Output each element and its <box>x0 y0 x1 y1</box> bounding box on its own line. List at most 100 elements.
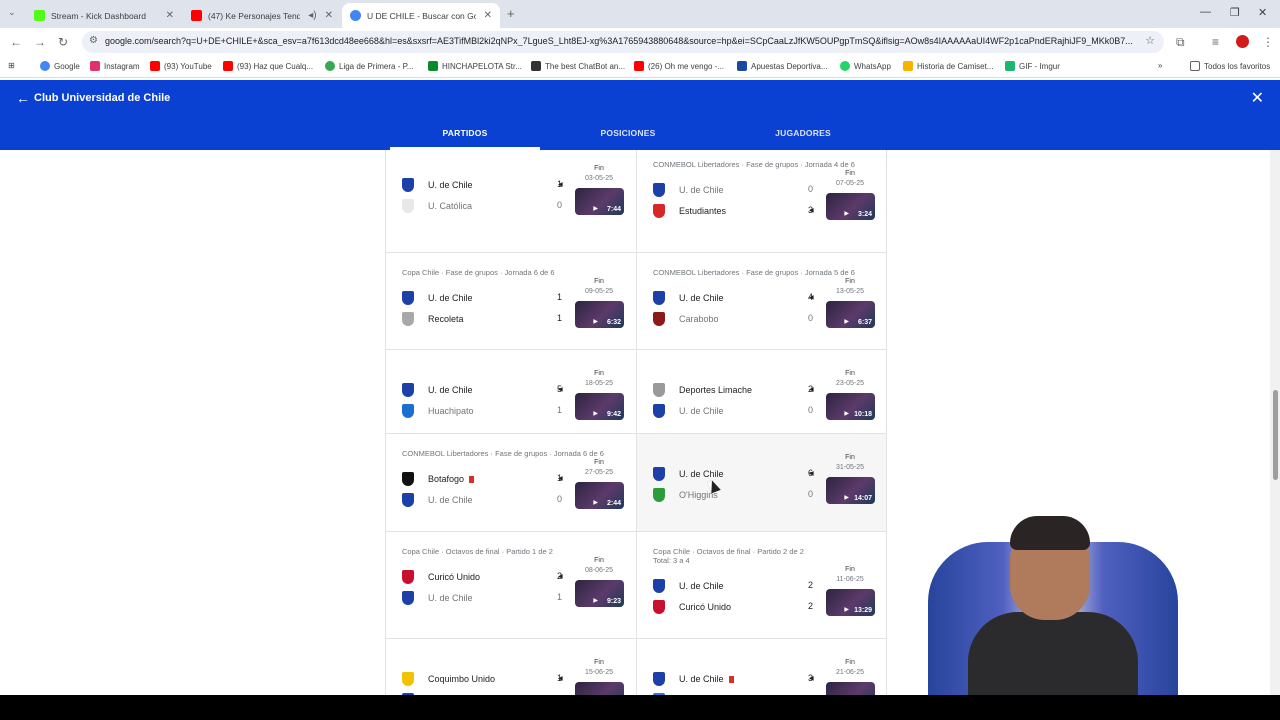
match-card[interactable]: CONMEBOL Libertadores · Fase de grupos ·… <box>636 253 886 350</box>
match-card[interactable]: Copa Chile · Octavos de final · Partido … <box>386 532 636 639</box>
home-team[interactable]: Botafogo <box>402 471 562 487</box>
winner-marker-icon: ◀ <box>809 471 814 477</box>
team-crest-icon <box>402 493 414 507</box>
highlight-video-thumbnail[interactable]: ▶ 14:07 <box>826 477 875 504</box>
away-team[interactable]: Curicó Unido <box>653 599 813 615</box>
away-team[interactable]: Recoleta <box>402 311 562 327</box>
close-icon[interactable]: ✕ <box>325 10 333 21</box>
home-team[interactable]: Deportes Limache <box>653 382 813 398</box>
scrollbar[interactable] <box>1270 150 1280 695</box>
match-card[interactable]: Coquimbo Unido1◀U. de Chile0Fin15-06-25 <box>386 639 636 695</box>
match-card[interactable]: Copa Chile · Octavos de final · Partido … <box>636 532 886 639</box>
media-icon[interactable]: ≡ <box>1212 35 1219 49</box>
match-card[interactable]: Deportes Limache 2 ◀ U. de Chile 0 Fin 23-05-2… <box>636 350 886 434</box>
scrollbar-thumb[interactable] <box>1273 390 1278 480</box>
omnibox[interactable]: ⚙ google.com/search?q=U+DE+CHILE+&sca_es… <box>82 31 1164 53</box>
new-tab-button[interactable]: + <box>507 6 515 21</box>
team-crest-icon <box>402 404 414 418</box>
highlight-video-thumbnail[interactable]: ▶ 6:37 <box>826 301 875 328</box>
tab-posiciones[interactable]: POSICIONES <box>553 128 703 138</box>
home-team[interactable]: U. de Chile <box>653 290 813 306</box>
back-icon[interactable]: ← <box>10 35 22 49</box>
away-team[interactable]: Estudiantes <box>653 203 813 219</box>
bookmark-item[interactable]: (93) Haz que Cualq... <box>223 61 313 71</box>
back-arrow-icon[interactable]: ← <box>16 90 30 106</box>
url-text[interactable]: google.com/search?q=U+DE+CHILE+&sca_esv=… <box>105 36 1135 46</box>
highlight-video-thumbnail[interactable]: ▶ 10:18 <box>826 393 875 420</box>
bookmark-item[interactable]: WhatsApp <box>840 61 891 71</box>
highlight-video-thumbnail[interactable] <box>826 682 875 695</box>
match-card[interactable]: U. de Chile 6 ◀ O'Higgins 0 Fin 31-05-25 ▶ 14:07 <box>636 434 886 532</box>
all-bookmarks[interactable]: Todos los favoritos <box>1190 61 1270 71</box>
home-score: 2 <box>807 580 813 590</box>
away-team-name: U. Católica <box>428 201 473 211</box>
bookmark-item[interactable]: The best ChatBot an... <box>531 61 625 71</box>
away-team[interactable]: Carabobo <box>653 311 813 327</box>
away-team[interactable]: U. de Chile <box>402 590 562 606</box>
match-card[interactable]: CONMEBOL Libertadores · Fase de grupos ·… <box>386 434 636 532</box>
home-team[interactable]: U. de Chile <box>402 177 562 193</box>
match-card[interactable]: U. de Chile 1 ◀ U. Católica 0 Fin 03-05-25 ▶ 7:4… <box>386 150 636 253</box>
close-panel-icon[interactable]: ✕ <box>1251 88 1264 108</box>
home-team[interactable]: Coquimbo Unido <box>402 671 562 687</box>
bookmark-item[interactable]: Google <box>40 61 80 71</box>
menu-icon[interactable]: ⋮ <box>1262 35 1274 49</box>
speaker-icon[interactable]: ◂) <box>308 10 316 21</box>
highlight-video-thumbnail[interactable]: ▶ 13:29 <box>826 589 875 616</box>
restore-icon[interactable]: ❐ <box>1230 6 1240 19</box>
profile-avatar[interactable] <box>1236 35 1249 48</box>
tab-kick[interactable]: Stream - Kick Dashboard ✕ <box>26 3 182 28</box>
away-team[interactable]: O'Higgins <box>653 487 813 503</box>
highlight-video-thumbnail[interactable]: ▶ 9:23 <box>575 580 624 607</box>
home-team[interactable]: U. de Chile <box>402 290 562 306</box>
reload-icon[interactable]: ↻ <box>58 35 68 49</box>
match-date: 23-05-25 <box>835 380 865 387</box>
chevron-right-icon[interactable]: » <box>1158 61 1162 70</box>
match-card[interactable]: CONMEBOL Libertadores · Fase de grupos ·… <box>636 150 886 253</box>
bookmark-item[interactable]: Historia de Camiset... <box>903 61 993 71</box>
tab-search-icon[interactable]: ⌄ <box>8 7 16 18</box>
site-info-icon[interactable]: ⚙ <box>89 35 98 46</box>
highlight-video-thumbnail[interactable] <box>575 682 624 695</box>
bookmark-item[interactable]: Apuestas Deportiva... <box>737 61 827 71</box>
bookmark-item[interactable]: Instagram <box>90 61 140 71</box>
home-team[interactable]: U. de Chile <box>653 578 813 594</box>
tab-jugadores[interactable]: JUGADORES <box>728 128 878 138</box>
bookmark-item[interactable]: (93) YouTube <box>150 61 212 71</box>
highlight-video-thumbnail[interactable]: ▶ 2:44 <box>575 482 624 509</box>
match-card[interactable]: Copa Chile · Fase de grupos · Jornada 6 … <box>386 253 636 350</box>
streamer-torso <box>968 612 1138 695</box>
match-card[interactable]: U. de Chile3◀Iquique1Fin21-06-25 <box>636 639 886 695</box>
window-close-icon[interactable]: ✕ <box>1258 6 1267 19</box>
away-team[interactable]: U. Católica <box>402 198 562 214</box>
apps-icon[interactable]: ⊞ <box>8 61 15 70</box>
away-team[interactable]: U. de Chile <box>653 403 813 419</box>
home-team[interactable]: U. de Chile <box>653 671 813 687</box>
home-team[interactable]: U. de Chile <box>402 382 562 398</box>
match-card[interactable]: U. de Chile 5 ◀ Huachipato 1 Fin 18-05-25 ▶ 9:42 <box>386 350 636 434</box>
tab-partidos[interactable]: PARTIDOS <box>390 128 540 150</box>
away-team[interactable]: U. de Chile <box>402 492 562 508</box>
extensions-icon[interactable]: ⧉ <box>1176 35 1185 50</box>
tab-youtube[interactable]: (47) Ke Personajes Tendenc... ◂) ✕ <box>183 3 341 28</box>
bookmark-item[interactable]: Liga de Primera - P... <box>325 61 414 71</box>
minimize-icon[interactable]: — <box>1200 6 1211 18</box>
red-card-icon <box>469 475 475 483</box>
home-team[interactable]: U. de Chile <box>653 182 813 198</box>
highlight-video-thumbnail[interactable]: ▶ 9:42 <box>575 393 624 420</box>
star-icon[interactable]: ☆ <box>1145 34 1155 47</box>
bookmark-item[interactable]: HINCHAPELOTA Str... <box>428 61 522 71</box>
bookmark-item[interactable]: (26) Oh me vengo -... <box>634 61 724 71</box>
match-status: Fin <box>594 278 604 285</box>
highlight-video-thumbnail[interactable]: ▶ 7:44 <box>575 188 624 215</box>
tab-google-search[interactable]: U DE CHILE - Buscar con Google ✕ <box>342 3 500 28</box>
highlight-video-thumbnail[interactable]: ▶ 3:24 <box>826 193 875 220</box>
away-team[interactable]: Huachipato <box>402 403 562 419</box>
forward-icon[interactable]: → <box>34 35 46 49</box>
highlight-video-thumbnail[interactable]: ▶ 6:32 <box>575 301 624 328</box>
home-team[interactable]: U. de Chile <box>653 466 813 482</box>
close-icon[interactable]: ✕ <box>166 10 174 21</box>
close-icon[interactable]: ✕ <box>484 10 492 21</box>
bookmark-item[interactable]: GIF - Imgur <box>1005 61 1060 71</box>
home-team[interactable]: Curicó Unido <box>402 569 562 585</box>
